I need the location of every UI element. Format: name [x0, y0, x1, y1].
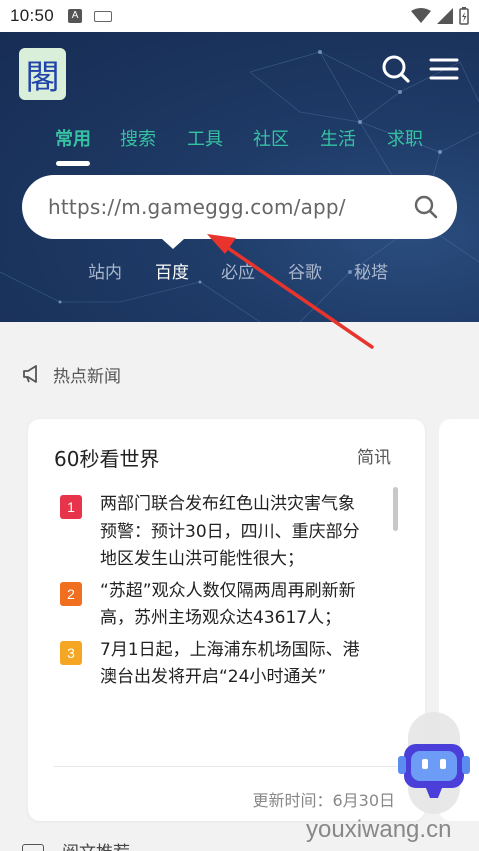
engine-metaso[interactable]: 秘塔 [354, 258, 388, 283]
rank-badge: 2 [60, 581, 82, 606]
active-tab-indicator [56, 161, 90, 166]
notification-a-icon: A [68, 9, 83, 23]
section-title-hot-news: 热点新闻 [53, 367, 121, 387]
section-title-recommend: 阅文推荐 [22, 838, 130, 851]
signal-icon [437, 8, 453, 24]
watermark: youxiwang.cn [306, 816, 452, 843]
engine-pointer [162, 239, 184, 249]
tab-life[interactable]: 生活 [320, 125, 356, 151]
news-list[interactable]: 1 两部门联合发布红色山洪灾害气象预警：预计30日，四川、重庆部分地区发生山洪可… [60, 491, 360, 751]
update-time: 更新时间：6月30日 [252, 791, 395, 810]
app-logo[interactable]: 閣 [19, 48, 66, 100]
tab-common[interactable]: 常用 [55, 125, 91, 151]
category-tabs: 常用 搜索 工具 社区 生活 求职 [0, 125, 479, 165]
card-tag[interactable]: 简讯 [357, 443, 391, 468]
engine-bing[interactable]: 必应 [221, 258, 255, 283]
menu-icon[interactable] [429, 54, 459, 84]
search-icon[interactable] [381, 54, 411, 84]
list-item[interactable]: 3 7月1日起，上海浦东机场国际、港澳台出发将开启“24小时通关” [60, 637, 360, 692]
list-item[interactable]: 1 两部门联合发布红色山洪灾害气象预警：预计30日，四川、重庆部分地区发生山洪可… [60, 491, 360, 574]
thumb-icon [22, 844, 44, 851]
engine-site[interactable]: 站内 [88, 258, 122, 283]
tab-community[interactable]: 社区 [253, 125, 289, 151]
search-input-value: https://m.gameggg.com/app/ [48, 195, 346, 219]
engine-baidu[interactable]: 百度 [155, 258, 189, 283]
battery-icon [459, 7, 469, 25]
news-text: “苏超”观众人数仅隔两周再刷新新高，苏州主场观众达43617人； [100, 580, 356, 629]
status-bar: 10:50 A [0, 0, 479, 32]
keyboard-icon [94, 10, 113, 22]
rank-badge: 3 [60, 640, 82, 665]
rank-badge: 1 [60, 495, 82, 519]
search-input[interactable]: https://m.gameggg.com/app/ [22, 175, 457, 239]
news-text: 7月1日起，上海浦东机场国际、港澳台出发将开启“24小时通关” [100, 639, 360, 688]
tab-jobs[interactable]: 求职 [387, 125, 423, 151]
robot-assistant-icon[interactable] [396, 738, 472, 808]
megaphone-icon [23, 365, 37, 383]
wifi-icon [411, 8, 431, 23]
engine-google[interactable]: 谷歌 [288, 258, 322, 283]
news-text: 两部门联合发布红色山洪灾害气象预警：预计30日，四川、重庆部分地区发生山洪可能性… [100, 494, 360, 569]
divider [54, 766, 402, 767]
search-submit-icon[interactable] [413, 194, 439, 220]
list-item[interactable]: 2 “苏超”观众人数仅隔两周再刷新新高，苏州主场观众达43617人； [60, 578, 360, 633]
header: 閣 常用 搜索 工具 社区 生活 求职 https://m.gameggg.co… [0, 32, 479, 322]
news-card[interactable]: 60秒看世界 简讯 1 两部门联合发布红色山洪灾害气象预警：预计30日，四川、重… [28, 419, 425, 821]
tab-search[interactable]: 搜索 [120, 125, 156, 151]
status-time: 10:50 [10, 6, 55, 25]
tab-tools[interactable]: 工具 [187, 125, 223, 151]
card-title: 60秒看世界 [54, 447, 160, 471]
list-scrollbar[interactable] [393, 487, 398, 531]
section-title-recommend-text: 阅文推荐 [62, 843, 130, 851]
